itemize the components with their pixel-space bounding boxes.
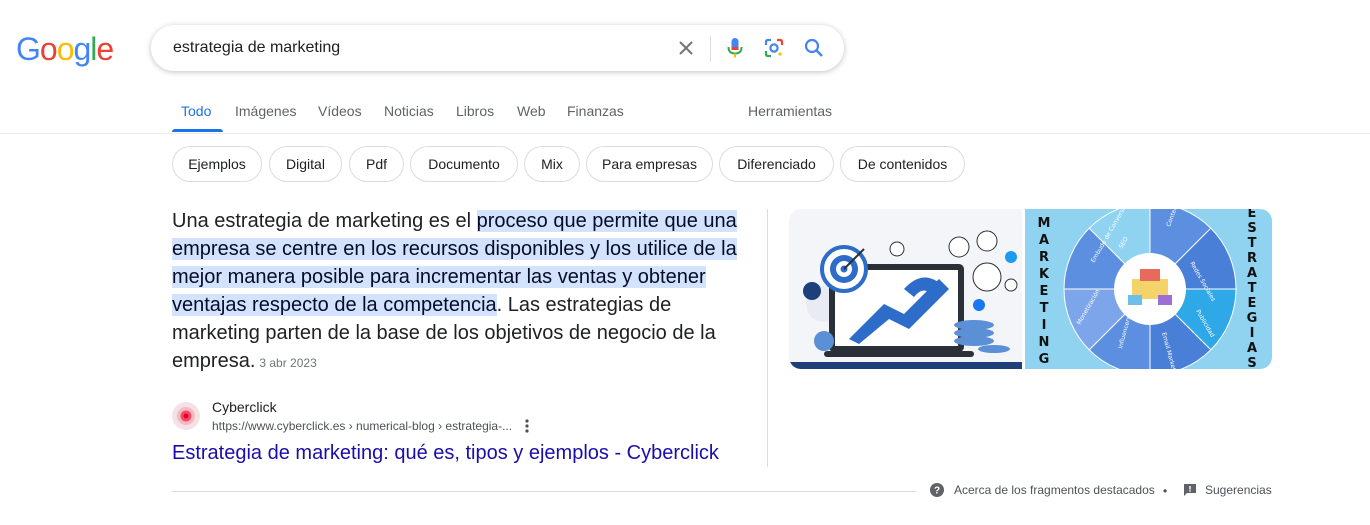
estrategias-letter: E [1248, 209, 1257, 221]
estrategias-letter: I [1250, 326, 1255, 341]
snippet-date: 3 abr 2023 [259, 356, 317, 370]
marketing-letter: M [1038, 216, 1051, 231]
logo-letter: e [96, 31, 114, 67]
tab-finanzas[interactable]: Finanzas [567, 103, 624, 119]
tab-todo[interactable]: Todo [181, 103, 211, 119]
estrategias-letter: S [1247, 356, 1256, 369]
estrategias-letter: R [1247, 251, 1257, 266]
tools-button[interactable]: Herramientas [748, 103, 832, 119]
footer-separator: • [1163, 484, 1168, 498]
marketing-letter: A [1039, 233, 1049, 248]
tab-videos[interactable]: Vídeos [318, 103, 362, 119]
chip-diferenciado[interactable]: Diferenciado [719, 146, 834, 182]
tab-noticias[interactable]: Noticias [384, 103, 434, 119]
chip-pdf[interactable]: Pdf [349, 146, 404, 182]
search-divider [710, 36, 711, 62]
active-tab-indicator [172, 129, 223, 132]
divider-line [172, 491, 916, 492]
marketing-letter: T [1040, 301, 1049, 316]
chip-de-contenidos[interactable]: De contenidos [840, 146, 965, 182]
tab-imagenes[interactable]: Imágenes [235, 103, 296, 119]
cyberclick-favicon[interactable] [172, 402, 200, 430]
chip-documento[interactable]: Documento [410, 146, 518, 182]
vertical-divider [767, 209, 768, 467]
estrategias-letter: G [1247, 311, 1258, 326]
marketing-letter: E [1040, 284, 1049, 299]
chip-para-empresas[interactable]: Para empresas [586, 146, 713, 182]
google-lens-icon[interactable] [762, 36, 786, 60]
estrategias-letter: S [1247, 221, 1256, 236]
close-icon[interactable] [674, 36, 698, 60]
svg-text:?: ? [934, 486, 940, 497]
logo-letter: o [56, 31, 75, 67]
featured-snippet-text: Una estrategia de marketing es el proces… [172, 207, 752, 377]
search-tabs: Todo Imágenes Vídeos Noticias Libros Web… [0, 92, 1370, 134]
microphone-icon[interactable] [723, 36, 747, 60]
chip-digital[interactable]: Digital [269, 146, 342, 182]
estrategias-letter: A [1247, 341, 1257, 356]
more-options-icon[interactable] [520, 417, 534, 435]
search-box [151, 25, 844, 71]
about-snippets-label: Acerca de los fragmentos destacados [954, 483, 1155, 497]
result-title-link[interactable]: Estrategia de marketing: qué es, tipos y… [172, 442, 719, 465]
marketing-letter: I [1042, 318, 1047, 333]
snippet-images: M A R K E T I N G E S T R A T E G I A S [789, 209, 1272, 369]
search-input[interactable] [173, 36, 653, 60]
marketing-letter: K [1039, 267, 1050, 282]
estrategias-letter: E [1248, 296, 1257, 311]
estrategias-letter: T [1248, 281, 1257, 296]
chip-ejemplos[interactable]: Ejemplos [172, 146, 262, 182]
source-name[interactable]: Cyberclick [212, 399, 277, 415]
google-logo[interactable]: Google [16, 31, 114, 67]
tab-libros[interactable]: Libros [456, 103, 494, 119]
logo-letter: o [39, 31, 58, 67]
marketing-letter: R [1039, 250, 1049, 265]
help-icon: ? [930, 483, 944, 497]
tab-web[interactable]: Web [517, 103, 546, 119]
marketing-letter: N [1039, 335, 1050, 350]
source-url[interactable]: https://www.cyberclick.es › numerical-bl… [212, 419, 512, 433]
marketing-illustration[interactable]: M A R K E T I N G E S T R A T E G I A S [789, 209, 1272, 369]
feedback-label: Sugerencias [1205, 483, 1272, 497]
logo-letter: g [73, 31, 91, 67]
snippet-prefix: Una estrategia de marketing es el [172, 210, 477, 232]
marketing-letter: G [1039, 352, 1050, 367]
estrategias-letter: A [1247, 266, 1257, 281]
chip-mix[interactable]: Mix [524, 146, 580, 182]
feedback-link[interactable]: Sugerencias [1183, 483, 1272, 497]
logo-letter: G [16, 31, 41, 67]
estrategias-letter: T [1248, 236, 1257, 251]
search-icon[interactable] [802, 36, 826, 60]
feedback-icon [1183, 483, 1197, 497]
about-snippets-link[interactable]: ? Acerca de los fragmentos destacados [930, 483, 1155, 497]
